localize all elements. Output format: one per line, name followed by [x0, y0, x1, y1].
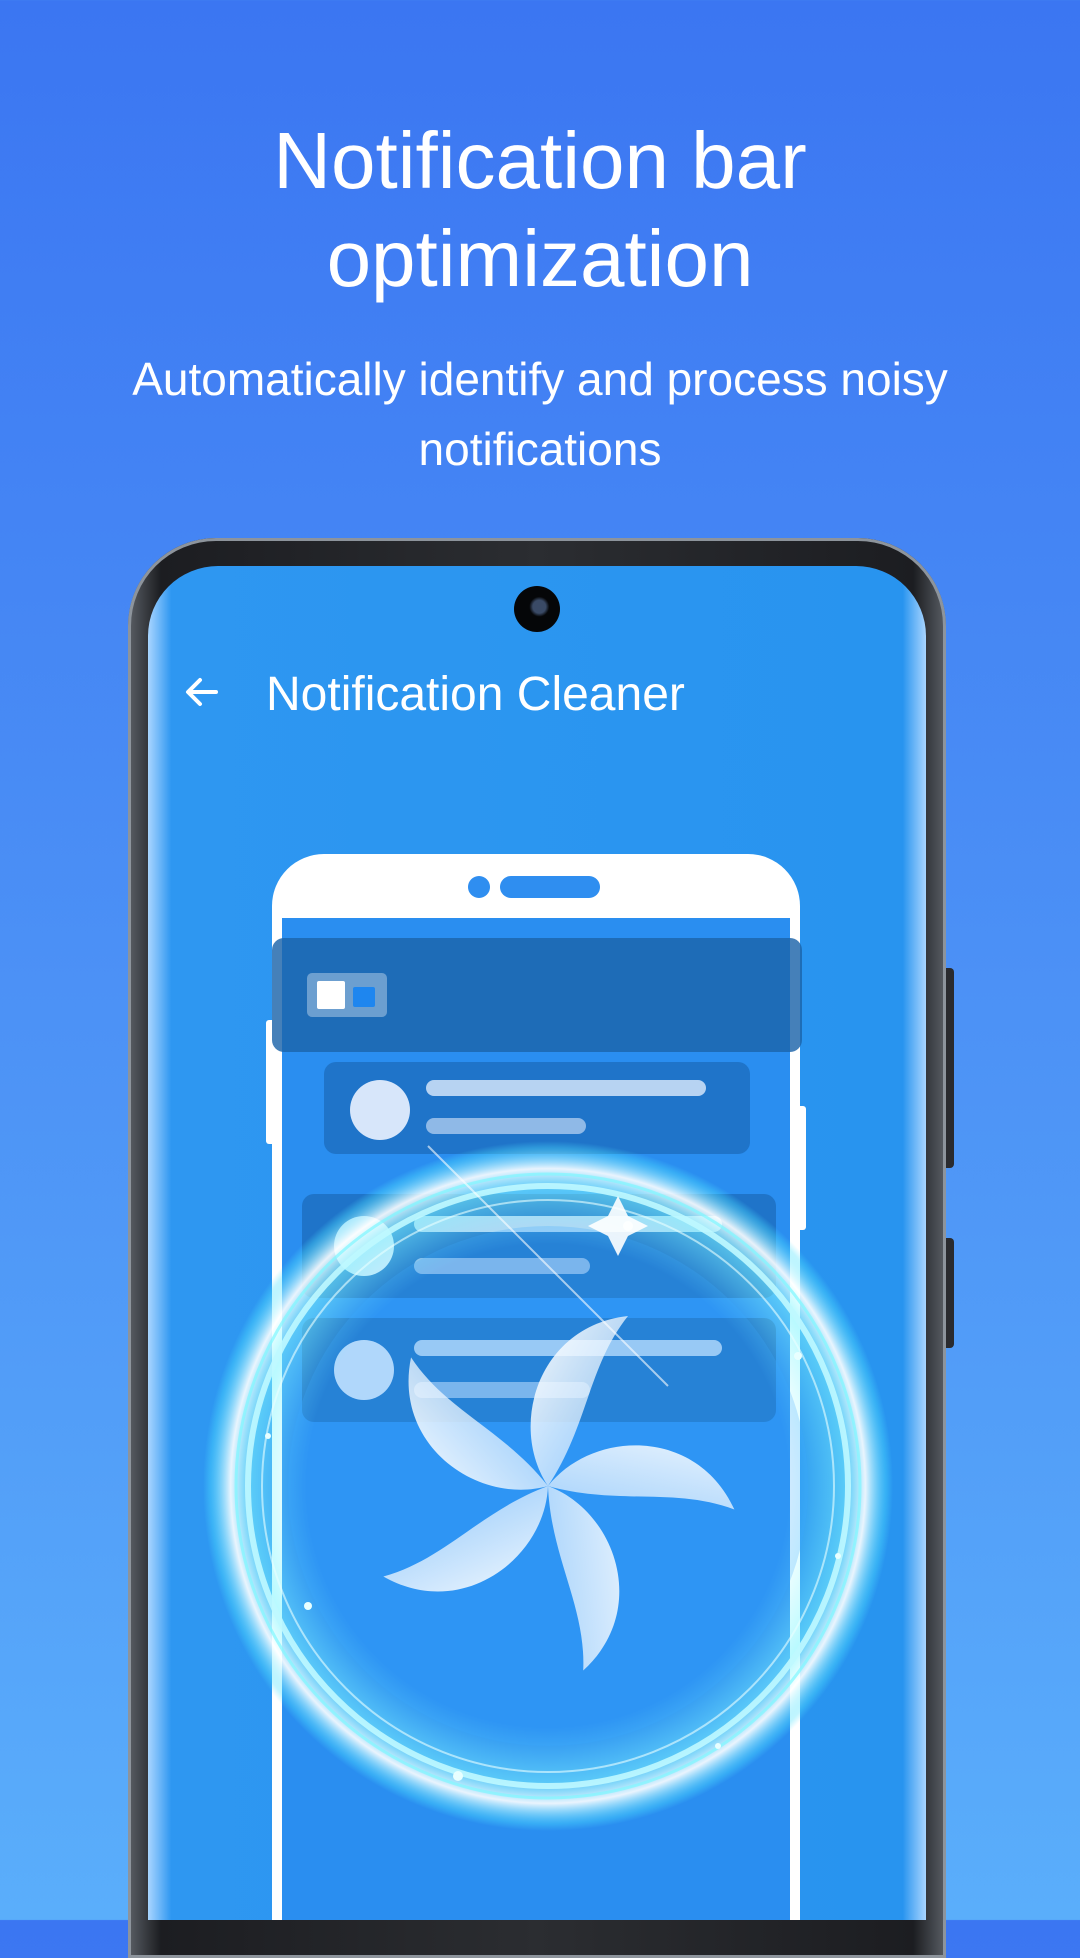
text-line: [426, 1080, 706, 1096]
back-button[interactable]: [180, 670, 224, 714]
avatar: [350, 1080, 410, 1140]
promo-headline: Notification bar optimization: [273, 116, 807, 303]
app-title: Notification Cleaner: [266, 668, 685, 721]
promo-subheadline: Automatically identify and process noisy…: [132, 353, 948, 475]
text-line: [426, 1118, 586, 1134]
app-logo-icon: [307, 973, 387, 1017]
illustration-speaker: [500, 876, 600, 898]
fan-cleaning-icon: [203, 1141, 893, 1831]
volume-button: [946, 968, 954, 1168]
app-screen: Notification Cleaner: [148, 566, 926, 1920]
power-button: [946, 1238, 954, 1348]
arrow-left-icon: [186, 678, 218, 706]
illustration-camera: [468, 876, 490, 898]
front-camera: [514, 586, 560, 632]
notification-bar-illustration: [272, 938, 802, 1052]
